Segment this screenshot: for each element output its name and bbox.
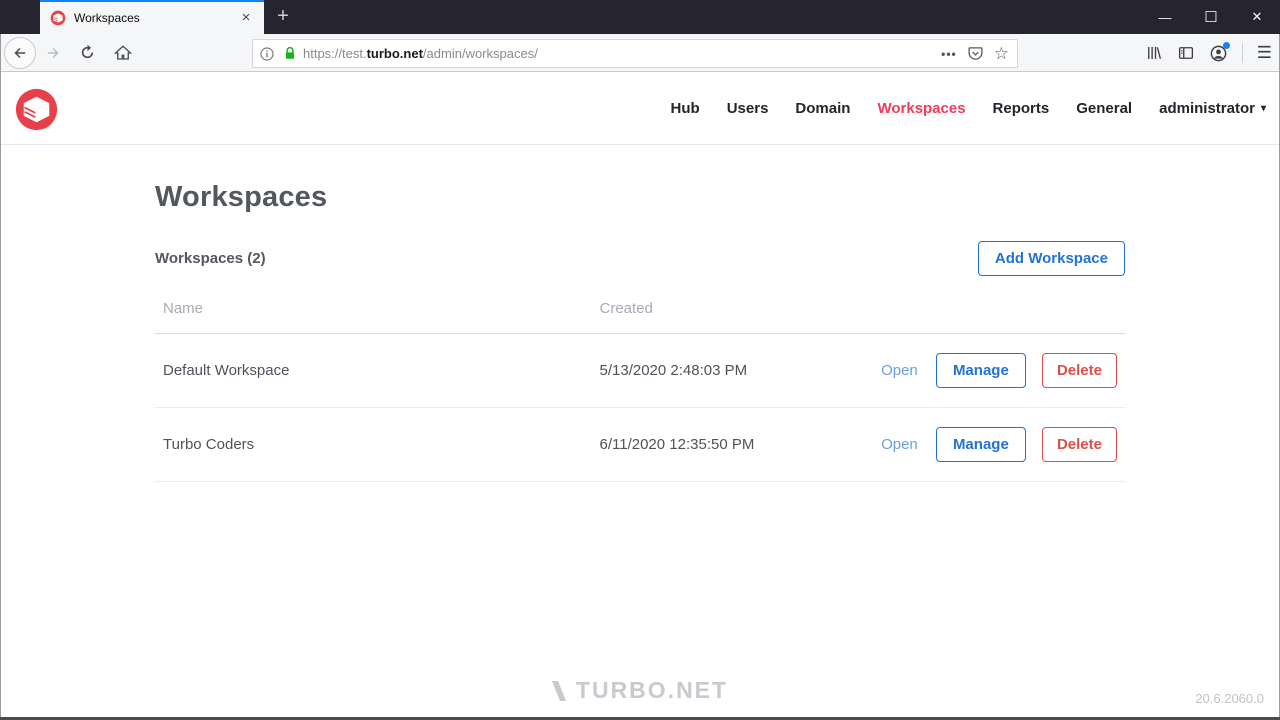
tab-title: Workspaces (74, 11, 140, 25)
https-lock-icon[interactable] (283, 46, 297, 61)
tab-close-icon[interactable]: × (236, 8, 256, 28)
manage-button[interactable]: Manage (935, 427, 1026, 462)
forward-button[interactable] (38, 38, 68, 68)
workspace-created: 6/11/2020 12:35:50 PM (591, 407, 808, 482)
version-label: 20.6.2060.0 (1195, 691, 1264, 706)
library-icon[interactable] (1145, 44, 1163, 62)
open-link[interactable]: Open (881, 362, 918, 379)
workspace-name: Default Workspace (155, 333, 592, 408)
account-icon[interactable] (1209, 41, 1230, 63)
refresh-button[interactable] (72, 38, 102, 68)
browser-tab[interactable]: Workspaces × (40, 0, 264, 34)
sidebars-icon[interactable] (1177, 44, 1195, 62)
window-minimize-button[interactable]: — (1142, 0, 1188, 34)
workspace-created: 5/13/2020 2:48:03 PM (591, 333, 808, 408)
window-close-button[interactable]: ✕ (1234, 0, 1280, 34)
window-left-border (0, 34, 1, 720)
page-title: Workspaces (155, 181, 328, 213)
chevron-down-icon: ▾ (1260, 103, 1266, 114)
page-actions-icon[interactable]: ••• (941, 47, 957, 61)
bookmark-star-icon[interactable]: ☆ (994, 44, 1009, 64)
delete-button[interactable]: Delete (1041, 427, 1117, 462)
back-button[interactable] (4, 36, 36, 69)
pocket-icon[interactable] (967, 45, 984, 62)
window-maximize-button[interactable]: ☐ (1188, 0, 1234, 34)
nav-item-general[interactable]: General (1076, 100, 1132, 117)
home-button[interactable] (108, 38, 138, 68)
manage-button[interactable]: Manage (935, 353, 1026, 388)
column-header-created: Created (591, 286, 808, 334)
open-link[interactable]: Open (881, 436, 918, 453)
workspace-name: Turbo Coders (155, 407, 592, 482)
account-notification-dot (1222, 41, 1230, 49)
tab-favicon-icon (50, 10, 66, 26)
nav-item-workspaces[interactable]: Workspaces (877, 100, 965, 117)
url-text: https://test.turbo.net/admin/workspaces/ (303, 46, 538, 61)
footer-brand: TURBO.NET (0, 677, 1280, 704)
site-navbar: Hub Users Domain Workspaces Reports Gene… (0, 73, 1280, 145)
add-workspace-button[interactable]: Add Workspace (977, 240, 1125, 276)
workspaces-count-label: Workspaces (2) (155, 249, 266, 267)
table-row: Default Workspace 5/13/2020 2:48:03 PM O… (155, 333, 1125, 408)
new-tab-button[interactable]: + (268, 0, 298, 34)
turbo-slash-icon (551, 681, 566, 701)
workspaces-table: Name Created Default Workspace 5/13/2020… (155, 286, 1125, 482)
url-bar[interactable]: https://test.turbo.net/admin/workspaces/… (252, 39, 1018, 68)
site-info-icon[interactable] (259, 46, 275, 62)
nav-item-domain[interactable]: Domain (795, 100, 850, 117)
nav-item-hub[interactable]: Hub (671, 100, 700, 117)
nav-item-reports[interactable]: Reports (993, 100, 1050, 117)
nav-item-users[interactable]: Users (727, 100, 769, 117)
column-header-name: Name (155, 286, 592, 334)
main-content: Workspaces Workspaces (2) Add Workspace … (155, 145, 1125, 482)
menu-hamburger-icon[interactable]: ☰ (1257, 43, 1272, 63)
user-menu-administrator[interactable]: administrator ▾ (1159, 100, 1266, 117)
delete-button[interactable]: Delete (1041, 353, 1117, 388)
toolbar-divider (1241, 43, 1243, 63)
browser-titlebar: Workspaces × + — ☐ ✕ (0, 0, 1280, 34)
table-row: Turbo Coders 6/11/2020 12:35:50 PM Open … (155, 407, 1125, 482)
turbo-logo[interactable] (14, 87, 59, 132)
